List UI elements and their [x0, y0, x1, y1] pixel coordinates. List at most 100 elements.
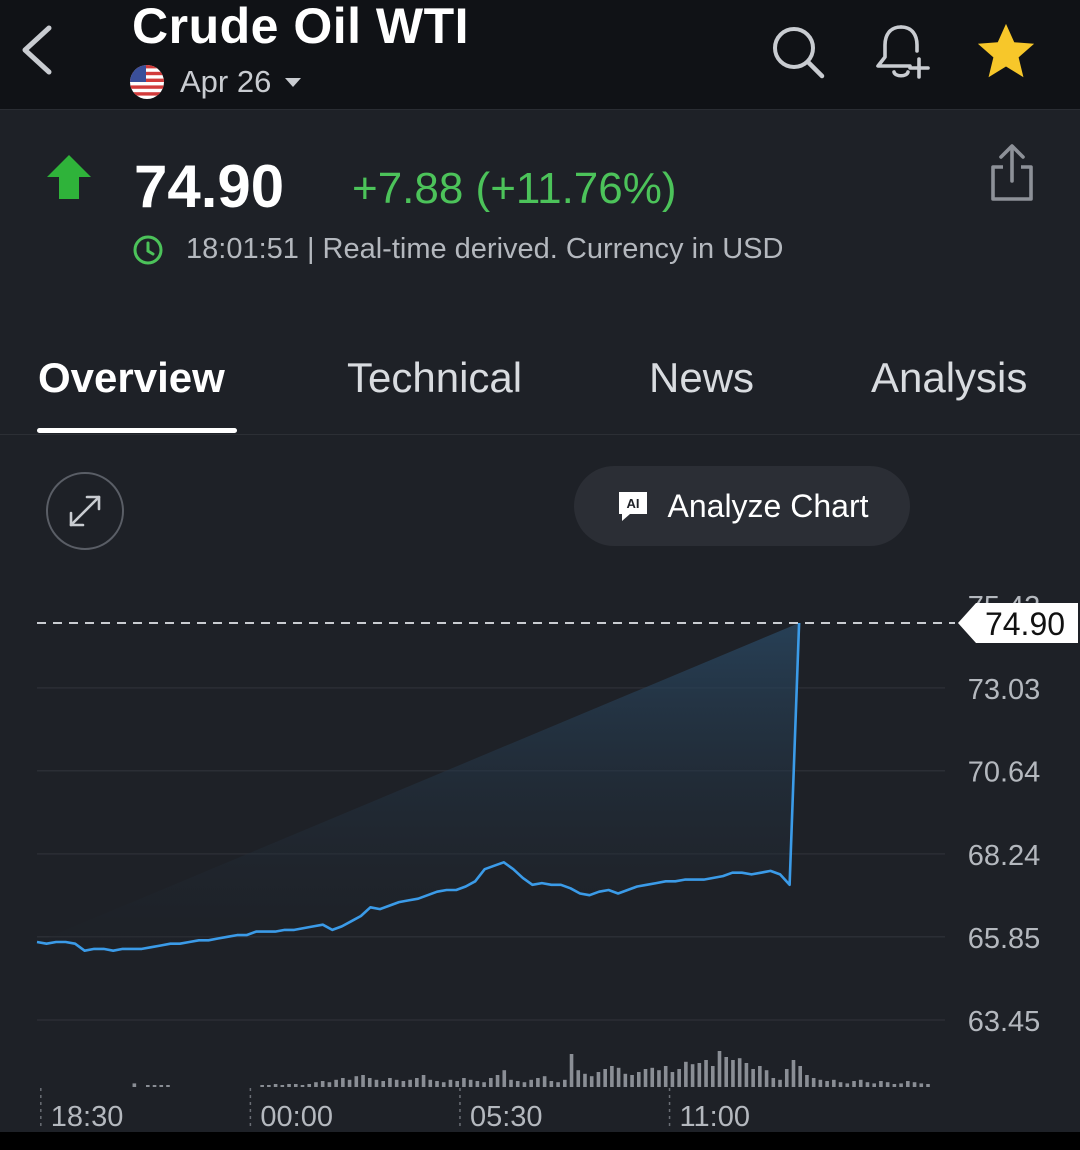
x-tick-label: 00:00 — [260, 1101, 333, 1132]
volume-bar — [455, 1081, 459, 1087]
volume-bar — [293, 1084, 298, 1087]
volume-bar — [394, 1079, 399, 1087]
volume-bar — [522, 1082, 527, 1087]
volume-bar — [697, 1063, 702, 1087]
volume-bar — [475, 1081, 480, 1087]
y-tick-label: 63.45 — [968, 1006, 1041, 1038]
volume-bar — [320, 1081, 325, 1087]
tab-news[interactable]: News — [649, 353, 754, 403]
volume-bar — [576, 1070, 581, 1087]
tab-analysis[interactable]: Analysis — [871, 353, 1027, 403]
volume-bar — [401, 1081, 406, 1087]
volume-bar — [549, 1081, 554, 1087]
volume-bar — [569, 1054, 574, 1087]
price-change: +7.88 (+11.76%) — [352, 164, 677, 213]
search-button[interactable] — [766, 20, 830, 84]
volume-bar — [912, 1082, 917, 1087]
volume-bar — [563, 1079, 567, 1087]
watchlist-star-button[interactable] — [974, 20, 1038, 84]
volume-bar — [704, 1060, 708, 1087]
volume-bar — [428, 1079, 433, 1087]
volume-bar — [341, 1078, 345, 1087]
volume-bar — [758, 1066, 762, 1087]
volume-bar — [542, 1076, 547, 1087]
volume-bar — [509, 1079, 513, 1087]
volume-bar — [764, 1070, 769, 1087]
quote-header: 74.90 +7.88 (+11.76%) 18:01:51 | Real-ti… — [0, 111, 1080, 311]
volume-bar — [825, 1081, 829, 1087]
volume-bar — [751, 1069, 755, 1087]
volume-bar — [710, 1066, 715, 1087]
volume-bar — [260, 1085, 264, 1087]
volume-bar — [388, 1078, 392, 1087]
expand-chart-button[interactable] — [46, 472, 124, 550]
tab-technical[interactable]: Technical — [347, 353, 522, 403]
add-alert-button[interactable] — [870, 20, 934, 84]
volume-bar — [529, 1079, 533, 1087]
app-screen: Crude Oil WTI Apr 26 74.90 +7.88 (+11.76… — [0, 0, 1080, 1133]
analyze-chart-label: Analyze Chart — [667, 487, 869, 524]
volume-bar — [872, 1083, 876, 1087]
volume-bar — [468, 1079, 473, 1087]
us-flag-icon — [130, 65, 164, 99]
volume-bar — [657, 1070, 661, 1087]
volume-bar — [724, 1057, 729, 1087]
volume-bar — [300, 1085, 305, 1087]
volume-bar — [367, 1078, 372, 1087]
price-chart[interactable]: 75.4273.0370.6468.2465.8563.45 18:3000:0… — [0, 560, 1080, 1133]
volume-bar — [811, 1078, 816, 1087]
volume-bar — [899, 1083, 903, 1087]
volume-bar — [502, 1070, 507, 1087]
instrument-title: Crude Oil WTI — [132, 0, 470, 54]
volume-bar — [630, 1075, 634, 1087]
top-bar: Crude Oil WTI Apr 26 — [0, 0, 1080, 110]
volume-bar — [623, 1073, 628, 1087]
share-button[interactable] — [984, 141, 1040, 205]
volume-bar — [610, 1066, 614, 1087]
analyze-chart-button[interactable]: AI Analyze Chart — [574, 466, 910, 546]
volume-bar — [482, 1082, 486, 1087]
volume-bar — [354, 1076, 359, 1087]
volume-bar — [677, 1069, 681, 1087]
back-chevron-icon — [22, 25, 52, 75]
ai-badge: AI — [626, 496, 639, 511]
volume-bar — [589, 1076, 594, 1087]
volume-bar — [334, 1079, 338, 1087]
ai-chat-icon: AI — [618, 492, 647, 521]
volume-bar — [717, 1051, 722, 1087]
current-price-label: 74.90 — [985, 606, 1065, 642]
volume-bar — [146, 1085, 150, 1087]
volume-bar — [441, 1082, 446, 1087]
volume-bar — [267, 1085, 271, 1087]
volume-bar — [778, 1079, 782, 1087]
volume-bar — [287, 1084, 291, 1087]
contract-date-selector[interactable]: Apr 26 — [130, 64, 302, 100]
y-tick-label: 65.85 — [968, 923, 1041, 955]
volume-bar — [515, 1081, 520, 1087]
volume-bar — [159, 1085, 164, 1087]
volume-bar — [926, 1084, 930, 1087]
volume-bar — [327, 1082, 332, 1087]
volume-bar — [314, 1082, 318, 1087]
tab-overview[interactable]: Overview — [38, 353, 225, 403]
volume-bar — [489, 1078, 493, 1087]
volume-bar — [832, 1079, 836, 1087]
volume-bar — [919, 1083, 924, 1087]
volume-bar — [556, 1082, 560, 1087]
volume-bar — [838, 1082, 843, 1087]
star-icon — [977, 23, 1035, 78]
volume-bar — [798, 1066, 803, 1087]
back-button[interactable] — [14, 22, 58, 78]
y-tick-label: 68.24 — [968, 840, 1041, 872]
contract-date: Apr 26 — [180, 64, 272, 99]
volume-bar — [690, 1064, 695, 1087]
volume-bar — [892, 1084, 897, 1087]
volume-bar — [845, 1083, 850, 1087]
volume-bar — [865, 1082, 870, 1087]
volume-bar — [879, 1081, 883, 1087]
last-price: 74.90 — [134, 153, 285, 220]
active-tab-indicator — [37, 428, 237, 433]
volume-bar — [132, 1083, 137, 1087]
volume-bar — [771, 1078, 776, 1087]
volume-bar — [415, 1078, 419, 1087]
